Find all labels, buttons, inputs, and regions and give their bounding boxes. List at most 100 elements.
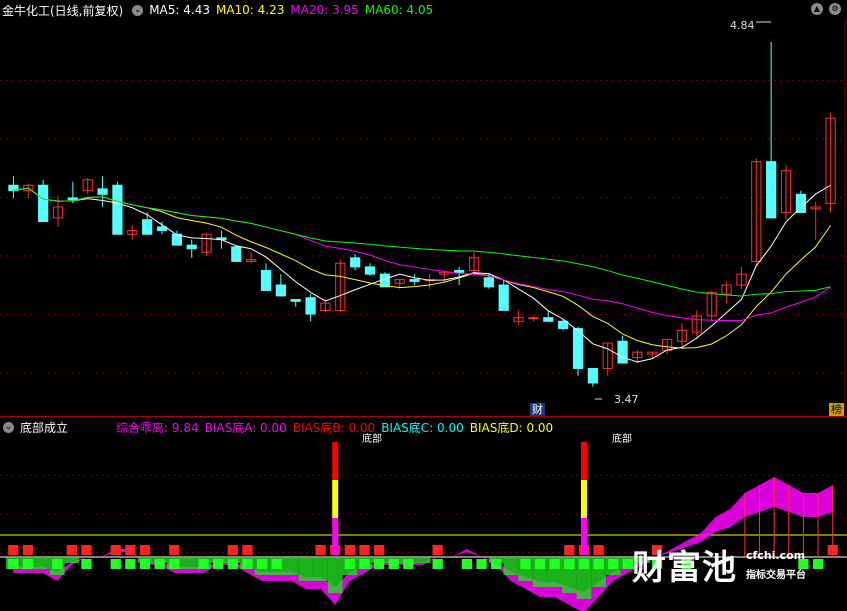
low-price-label: 3.47 — [614, 393, 639, 406]
bias-green-area — [415, 557, 431, 563]
bias-green-bar — [81, 559, 92, 569]
stock-title: 金牛化工(日线,前复权) — [2, 3, 124, 18]
high-price-label: 4.84 — [730, 19, 755, 32]
bias-red-bar — [564, 545, 575, 555]
candle-body — [483, 277, 494, 288]
price-header: 金牛化工(日线,前复权) ⌄ MA5: 4.43 MA10: 4.23 MA20… — [0, 0, 439, 20]
bias-green-bar — [125, 559, 136, 569]
bias-green-area — [284, 557, 299, 575]
bias-green-area — [181, 557, 197, 569]
bias-green-bar — [344, 559, 355, 569]
candle-body — [97, 188, 108, 195]
bias-green-bar — [256, 559, 268, 569]
bias-green-bar — [271, 559, 282, 569]
gear-icon[interactable]: ⚙ — [829, 3, 841, 15]
ma5-label: MA5: 4.43 — [149, 3, 210, 17]
candle-body — [528, 317, 539, 320]
bias-header: ⌄ 底部成立 综合乖离: 9.84 BIAS底A: 0.00 BIAS底B: 0… — [0, 417, 559, 437]
bottom-signal-label-1: 底部 — [362, 434, 382, 445]
candle-body — [350, 257, 361, 268]
bias-green-bar — [359, 559, 370, 569]
signal-bar-magenta — [580, 518, 587, 555]
candle-body — [67, 197, 78, 201]
bias-green-bar — [388, 559, 399, 569]
bias-red-bar — [373, 545, 385, 555]
candle-body — [454, 270, 465, 273]
candle-body — [275, 284, 286, 297]
signal-bar-red — [580, 442, 587, 480]
candle-body — [617, 340, 628, 364]
bias-green-bar — [52, 559, 63, 569]
ma5-line — [13, 184, 831, 363]
bias-green-bar — [476, 559, 487, 569]
bias-green-bar — [520, 559, 531, 569]
ma60-line — [13, 187, 831, 297]
bang-tag[interactable]: 榜 — [829, 403, 844, 416]
bias-green-bar — [169, 559, 180, 569]
bias-red-bar — [110, 545, 121, 555]
candle-body — [498, 284, 509, 311]
bias-red-bar — [8, 545, 19, 555]
candle-body — [260, 270, 272, 291]
watermark-slogan: 指标交易平台 — [746, 570, 806, 581]
candle-body — [572, 328, 584, 369]
panel-controls: ▲ ⚙ — [811, 3, 841, 15]
candle-body — [38, 184, 49, 223]
bias-a-label: BIAS底A: 0.00 — [204, 420, 287, 435]
chevron-down-icon[interactable]: ⌄ — [132, 4, 144, 16]
bias-red-bar — [169, 545, 180, 555]
bias-c-label: BIAS底C: 0.00 — [381, 420, 464, 435]
candle-body — [112, 184, 123, 235]
bias-green-area — [298, 557, 314, 581]
bias-green-area — [35, 557, 50, 569]
signal-bar-yellow — [580, 480, 587, 518]
ma20-line — [13, 187, 831, 322]
bias-red-bar — [242, 545, 253, 555]
bias-green-bar — [154, 559, 165, 569]
bias-green-bar — [22, 559, 34, 569]
bias-red-bar — [227, 545, 238, 555]
ma10-label: MA10: 4.23 — [215, 3, 285, 17]
candle-body — [364, 266, 376, 275]
candle-body — [231, 246, 242, 262]
bias-green-bar — [227, 559, 238, 569]
bias-total-label: 综合乖离: 9.84 — [116, 420, 199, 435]
signal-bar-red — [332, 442, 339, 480]
bias-red-bar — [359, 545, 370, 555]
ma20-label: MA20: 3.95 — [290, 3, 359, 17]
bias-green-area — [327, 557, 343, 593]
bias-red-bar — [315, 545, 326, 555]
candle-body — [587, 367, 598, 384]
bias-green-bar — [564, 559, 575, 569]
bias-green-bar — [8, 559, 19, 569]
ma60-label: MA60: 4.05 — [364, 3, 434, 17]
candle-body — [290, 299, 301, 302]
bottom-signal-label-2: 底部 — [612, 434, 632, 445]
bias-red-bar — [139, 545, 151, 555]
bias-green-bar — [110, 559, 121, 569]
price-panel[interactable]: 金牛化工(日线,前复权) ⌄ MA5: 4.43 MA10: 4.23 MA20… — [0, 0, 847, 417]
candle-body — [795, 193, 806, 213]
candle-body — [558, 320, 569, 330]
cai-tag[interactable]: 财 — [530, 403, 545, 416]
chevron-down-icon[interactable]: ⌄ — [3, 421, 14, 433]
bias-green-bar — [491, 559, 502, 569]
bias-green-bar — [242, 559, 253, 569]
up-arrow-icon[interactable]: ▲ — [811, 3, 823, 15]
signal-bar-magenta — [332, 518, 339, 555]
candle-body — [186, 244, 197, 250]
bias-green-bar — [461, 559, 473, 569]
candlestick-chart[interactable] — [0, 0, 847, 417]
indicator-title: 底部成立 — [20, 420, 69, 435]
bias-d-label: BIAS底D: 0.00 — [469, 420, 554, 435]
bias-green-bar — [373, 559, 385, 569]
candle-body — [142, 219, 153, 235]
bias-green-bar — [593, 559, 604, 569]
bias-green-bar — [608, 559, 619, 569]
candle-body — [543, 317, 554, 322]
bias-red-bar — [22, 545, 34, 555]
candle-body — [305, 297, 316, 315]
watermark-name: 财富池 — [632, 548, 737, 588]
watermark-site: cfchi.com — [746, 549, 806, 562]
bias-green-area — [313, 557, 328, 581]
